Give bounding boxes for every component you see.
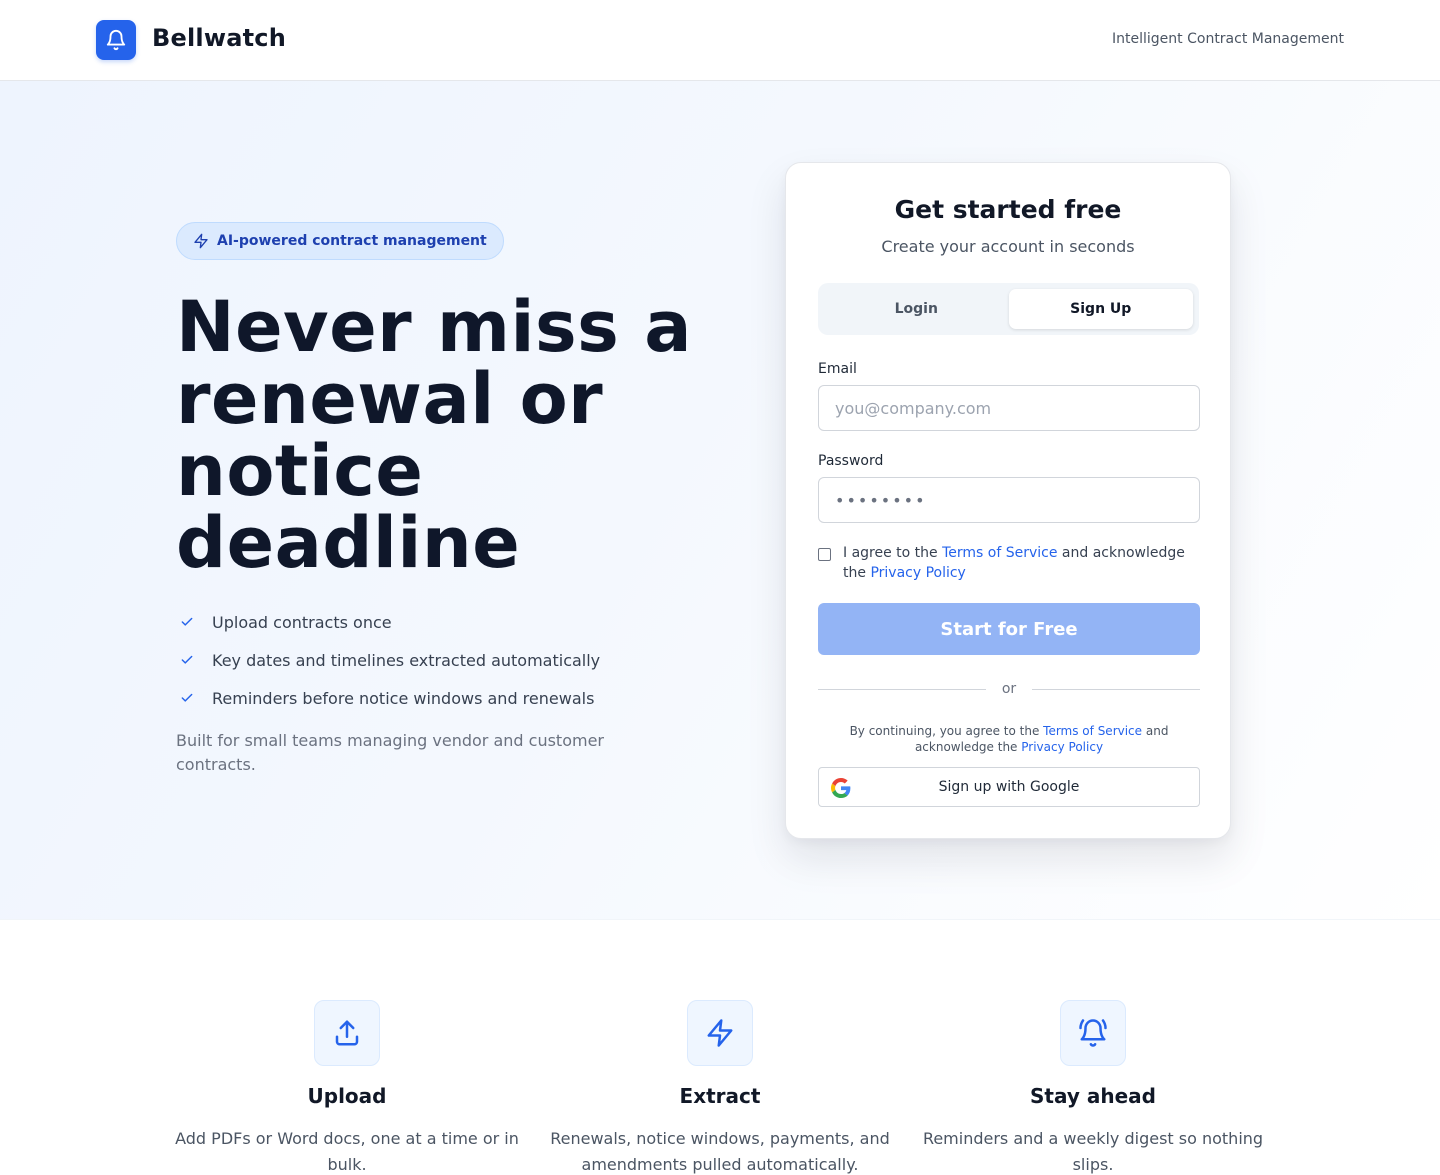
bell-icon: [106, 30, 126, 51]
legal-terms-link[interactable]: Terms of Service: [1043, 724, 1142, 738]
headline-line: deadline: [176, 502, 521, 584]
feature-icon-box: [314, 1000, 380, 1066]
checklist-item: Reminders before notice windows and rene…: [176, 679, 600, 717]
feature-title: Upload: [307, 1084, 387, 1108]
lightning-icon: [707, 1019, 733, 1047]
card-subtitle: Create your account in seconds: [881, 237, 1135, 256]
checklist-label: Reminders before notice windows and rene…: [212, 688, 595, 708]
header-tagline: Intelligent Contract Management: [1112, 31, 1344, 47]
lightning-icon: [194, 233, 208, 249]
feature-card-upload: Upload Add PDFs or Word docs, one at a t…: [167, 1000, 527, 1175]
feature-card-stay-ahead: Stay ahead Reminders and a weekly digest…: [913, 1000, 1273, 1175]
legal-prefix: By continuing, you agree to the: [849, 724, 1044, 738]
upload-icon: [335, 1020, 359, 1046]
headline-line: renewal or: [176, 358, 604, 440]
feature-description: Renewals, notice windows, payments, and …: [550, 1129, 890, 1174]
terms-link[interactable]: Terms of Service: [942, 545, 1057, 561]
password-label: Password: [818, 453, 884, 469]
signup-card: Get started free Create your account in …: [785, 162, 1231, 839]
feature-icon-box: [687, 1000, 753, 1066]
feature-checklist: Upload contracts once Key dates and time…: [176, 603, 600, 717]
feature-title: Extract: [679, 1084, 761, 1108]
hero-section: AI-powered contract management Never mis…: [0, 81, 1440, 920]
checklist-item: Upload contracts once: [176, 603, 600, 641]
ai-badge-label: AI-powered contract management: [217, 233, 487, 249]
password-field[interactable]: [818, 477, 1200, 523]
terms-agreement: I agree to the Terms of Service and ackn…: [818, 543, 1200, 583]
feature-card-extract: Extract Renewals, notice windows, paymen…: [540, 1000, 900, 1175]
tab-signup[interactable]: Sign Up: [1008, 289, 1193, 329]
legal-notice: By continuing, you agree to the Terms of…: [818, 723, 1200, 755]
google-signup-button[interactable]: Sign up with Google: [818, 767, 1200, 807]
tab-login[interactable]: Login: [824, 289, 1009, 329]
feature-title: Stay ahead: [1030, 1084, 1156, 1108]
legal-privacy-link[interactable]: Privacy Policy: [1021, 740, 1103, 754]
google-icon: [831, 778, 851, 798]
privacy-link[interactable]: Privacy Policy: [870, 565, 965, 581]
or-divider: or: [818, 681, 1200, 697]
agree-prefix: I agree to the: [843, 545, 943, 561]
feature-icon-box: [1060, 1000, 1126, 1066]
logo-badge[interactable]: [96, 20, 136, 60]
auth-tabs: Login Sign Up: [818, 283, 1199, 335]
checklist-item: Key dates and timelines extracted automa…: [176, 641, 600, 679]
brand-name[interactable]: Bellwatch: [152, 24, 286, 52]
headline-line: notice: [176, 430, 424, 512]
feature-description: Reminders and a weekly digest so nothing…: [922, 1129, 1264, 1174]
bell-ring-icon: [1079, 1019, 1107, 1047]
check-icon: [176, 653, 198, 667]
card-title: Get started free: [894, 195, 1122, 224]
checklist-label: Key dates and timelines extracted automa…: [212, 650, 601, 670]
email-field[interactable]: [818, 385, 1200, 431]
top-header: Bellwatch Intelligent Contract Managemen…: [0, 0, 1440, 81]
checklist-label: Upload contracts once: [212, 612, 392, 632]
google-button-label: Sign up with Google: [938, 779, 1080, 795]
terms-agreement-text: I agree to the Terms of Service and ackn…: [843, 543, 1200, 583]
terms-checkbox[interactable]: [818, 548, 831, 561]
divider-line: [1032, 689, 1200, 690]
ai-badge: AI-powered contract management: [176, 222, 504, 260]
check-icon: [176, 615, 198, 629]
start-free-button[interactable]: Start for Free: [818, 603, 1200, 655]
hero-headline: Never miss a renewal or notice deadline: [176, 291, 736, 579]
feature-description: Add PDFs or Word docs, one at a time or …: [175, 1129, 519, 1174]
built-for-text: Built for small teams managing vendor an…: [176, 731, 604, 774]
check-icon: [176, 691, 198, 705]
headline-line: Never miss a: [176, 286, 692, 368]
email-label: Email: [818, 361, 857, 377]
